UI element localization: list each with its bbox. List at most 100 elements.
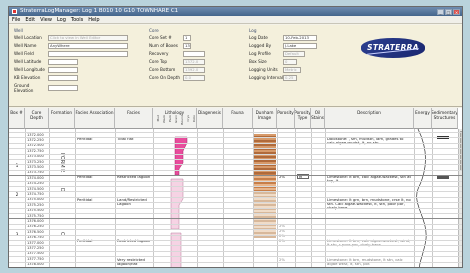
log-date-input[interactable]: 10-Feb-2013 [283, 35, 317, 41]
logged-by-row: Logged By J.Lake [249, 43, 317, 49]
app-icon [12, 9, 17, 14]
grid-row-line [9, 164, 462, 166]
description-cell[interactable]: Limestone: lt grn, brn, mudstone, crse l… [327, 198, 412, 211]
grid-row-line [9, 186, 462, 187]
logging-units-select[interactable]: Metric [283, 67, 301, 73]
depth-label: 1375.500 [27, 208, 44, 213]
core-top-input[interactable]: 1372.0 [183, 59, 205, 65]
depth-label: 1377.750 [27, 256, 44, 261]
menu-edit[interactable]: Edit [25, 16, 35, 23]
depth-label: 1377.250 [27, 245, 44, 250]
sed-structure-mark [437, 176, 449, 179]
ground-elevation-row: Ground Elevation [14, 83, 78, 93]
kb-elevation-input[interactable] [48, 75, 78, 81]
col-core-depth[interactable]: Core Depth [25, 108, 49, 129]
depth-label: 1374.750 [27, 191, 44, 196]
grid-row-line [9, 137, 462, 139]
col-oil-stains[interactable]: Oil Stains [311, 108, 325, 129]
core-bottom-row: Core Bottom 1392.0 [149, 67, 205, 73]
depth-label: 1373.000 [27, 154, 44, 159]
menu-file[interactable]: File [12, 16, 20, 23]
menu-bar: File Edit View Log Tools Help [9, 16, 462, 24]
depth-label: 1373.500 [27, 164, 44, 169]
depth-label: 1377.500 [27, 251, 44, 256]
col-diagenesis[interactable]: Diagenesis [197, 108, 223, 129]
num-boxes-input[interactable]: 13 [183, 43, 191, 49]
depth-label: 1377.000 [27, 240, 44, 245]
logged-by-input[interactable]: J.Lake [283, 43, 317, 49]
well-location-field[interactable]: Click to view in Well Editor [48, 35, 128, 41]
logging-interval-input[interactable]: 0.25 [283, 75, 297, 81]
grid-row-line [9, 132, 462, 133]
maximize-button[interactable]: □ [445, 8, 452, 15]
well-location-label: Well Location [14, 35, 42, 41]
well-longitude-input[interactable] [48, 67, 78, 73]
grid-row-line [9, 229, 462, 231]
dunham-image [254, 192, 276, 238]
well-section-label: Well [14, 28, 23, 33]
logging-units-row: Logging Units Metric [249, 67, 301, 73]
lith-tick-grain: Grain [174, 115, 178, 124]
menu-view[interactable]: View [40, 16, 52, 23]
menu-help[interactable]: Help [88, 16, 99, 23]
well-field-input[interactable] [48, 51, 128, 57]
menu-log[interactable]: Log [57, 16, 66, 23]
well-longitude-row: Well Longitude [14, 67, 78, 73]
minimize-button[interactable]: _ [437, 8, 444, 15]
lith-tick-wack: Wack [162, 115, 166, 123]
well-latitude-input[interactable] [48, 59, 78, 65]
col-sedimentary-structures[interactable]: Sedimentary Structures [432, 108, 458, 129]
depth-label: 1372.750 [27, 148, 44, 153]
grid-row-line [9, 142, 462, 144]
depth-label: 1372.000 [27, 132, 44, 137]
title-bar: StraterraLogManager: Log 1 B010 10 G10 T… [9, 7, 462, 16]
box-size-label: Box Size [249, 59, 267, 65]
logging-units-label: Logging Units [249, 67, 278, 73]
col-facies-association[interactable]: Facies Association [75, 108, 115, 129]
well-field-label: Well Field [14, 51, 34, 57]
well-name-label: Well Name [14, 43, 37, 49]
log-section-label: Log [249, 28, 257, 33]
depth-label: 1374.500 [27, 186, 44, 191]
core-bottom-input[interactable]: 1392.0 [183, 67, 205, 73]
col-fauna[interactable]: Fauna [223, 108, 253, 129]
well-latitude-row: Well Latitude [14, 59, 78, 65]
depth-label: 1372.250 [27, 137, 44, 142]
col-porosity[interactable]: Porosity [277, 108, 295, 129]
core-set-input[interactable]: 1 [183, 35, 191, 41]
col-facies[interactable]: Facies [115, 108, 153, 129]
col-porosity-type[interactable]: Porosity Type [295, 108, 311, 129]
grid-row-line [9, 207, 462, 209]
col-description[interactable]: Description [325, 108, 414, 129]
depth-label: 1375.250 [27, 202, 44, 207]
col-formation[interactable]: Formation [49, 108, 75, 129]
kb-elevation-label: KB Elevation [14, 75, 41, 81]
fauna-symbol: ⌒⌒ [227, 181, 238, 186]
box-size-input[interactable]: 0 [283, 59, 297, 65]
close-button[interactable]: × [453, 8, 460, 15]
log-profile-select[interactable]: Default [283, 51, 305, 57]
col-energy[interactable]: Energy [414, 108, 432, 129]
log-date-label: Log Date [249, 35, 268, 41]
core-set-label: Core Set # [149, 35, 172, 41]
col-box[interactable]: Box # [9, 108, 25, 129]
menu-tools[interactable]: Tools [71, 16, 83, 23]
log-date-row: Log Date 10-Feb-2013 [249, 35, 317, 41]
recovery-label: Recovery [149, 51, 169, 57]
well-location-row: Well Location Click to view in Well Edit… [14, 35, 128, 41]
core-on-depth-input[interactable]: 0.0 [183, 75, 205, 81]
energy-curve [416, 129, 427, 267]
dunham-image [254, 174, 276, 192]
logged-by-label: Logged By [249, 43, 272, 49]
col-dunham-image[interactable]: Dunham Image [253, 108, 277, 129]
ground-elevation-input[interactable] [48, 85, 78, 91]
well-name-row: Well Name AnyWhere [14, 43, 128, 49]
depth-label: 1376.500 [27, 229, 44, 234]
core-top-label: Core Top [149, 59, 168, 65]
recovery-input[interactable] [183, 51, 205, 57]
vertical-scrollbar[interactable] [458, 129, 462, 267]
well-name-field[interactable]: AnyWhere [48, 43, 128, 49]
description-cell[interactable]: Limestone: lt brn, calc algae-wackest, s… [327, 175, 412, 183]
num-boxes-row: Num of Boxes 13 [149, 43, 191, 49]
grid-row-line [9, 218, 462, 220]
